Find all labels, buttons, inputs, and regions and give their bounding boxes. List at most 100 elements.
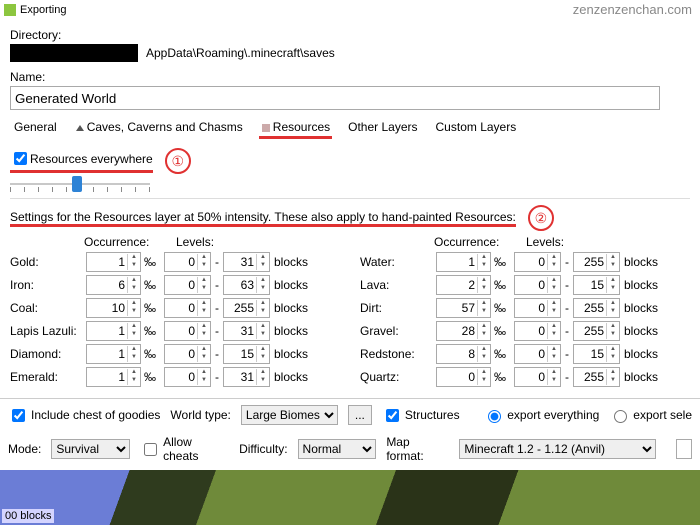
spinner-input[interactable]: [224, 369, 256, 385]
spinner-down[interactable]: ▼: [478, 262, 490, 270]
spinner-up[interactable]: ▲: [607, 277, 619, 285]
spinner-down[interactable]: ▼: [128, 331, 140, 339]
mode-select[interactable]: Survival: [51, 439, 130, 459]
spinner-down[interactable]: ▼: [198, 354, 210, 362]
intensity-slider[interactable]: [10, 176, 150, 192]
spinner-up[interactable]: ▲: [607, 254, 619, 262]
spinner-input[interactable]: [87, 254, 127, 270]
spinner[interactable]: ▲▼: [514, 275, 561, 295]
spinner-up[interactable]: ▲: [128, 323, 140, 331]
spinner-input[interactable]: [87, 369, 127, 385]
spinner-input[interactable]: [437, 323, 477, 339]
spinner-up[interactable]: ▲: [548, 277, 560, 285]
spinner-up[interactable]: ▲: [257, 323, 269, 331]
spinner-input[interactable]: [574, 254, 606, 270]
spinner[interactable]: ▲▼: [573, 298, 620, 318]
spinner-down[interactable]: ▼: [548, 354, 560, 362]
spinner-up[interactable]: ▲: [257, 277, 269, 285]
spinner-down[interactable]: ▼: [257, 285, 269, 293]
spinner-down[interactable]: ▼: [478, 308, 490, 316]
spinner-down[interactable]: ▼: [607, 354, 619, 362]
spinner-up[interactable]: ▲: [548, 346, 560, 354]
spinner[interactable]: ▲▼: [86, 321, 141, 341]
spinner[interactable]: ▲▼: [514, 321, 561, 341]
spinner-down[interactable]: ▼: [548, 308, 560, 316]
spinner-down[interactable]: ▼: [257, 331, 269, 339]
spinner-up[interactable]: ▲: [128, 300, 140, 308]
structures-checkbox[interactable]: [386, 409, 399, 422]
spinner-down[interactable]: ▼: [128, 262, 140, 270]
spinner-up[interactable]: ▲: [478, 254, 490, 262]
spinner[interactable]: ▲▼: [436, 275, 491, 295]
spinner-input[interactable]: [165, 323, 197, 339]
export-selection-radio[interactable]: [614, 410, 627, 423]
spinner[interactable]: ▲▼: [164, 252, 211, 272]
color-swatch[interactable]: [676, 439, 692, 459]
allow-cheats-checkbox[interactable]: [144, 443, 157, 456]
spinner-up[interactable]: ▲: [257, 300, 269, 308]
spinner-down[interactable]: ▼: [607, 377, 619, 385]
spinner[interactable]: ▲▼: [223, 298, 270, 318]
spinner-down[interactable]: ▼: [607, 308, 619, 316]
spinner-down[interactable]: ▼: [478, 377, 490, 385]
spinner-up[interactable]: ▲: [607, 323, 619, 331]
spinner-input[interactable]: [515, 254, 547, 270]
spinner-down[interactable]: ▼: [128, 285, 140, 293]
spinner-up[interactable]: ▲: [478, 323, 490, 331]
spinner[interactable]: ▲▼: [573, 321, 620, 341]
spinner[interactable]: ▲▼: [164, 321, 211, 341]
map-format-select[interactable]: Minecraft 1.2 - 1.12 (Anvil): [459, 439, 656, 459]
spinner[interactable]: ▲▼: [573, 275, 620, 295]
difficulty-select[interactable]: Normal: [298, 439, 377, 459]
spinner-up[interactable]: ▲: [607, 300, 619, 308]
spinner-down[interactable]: ▼: [478, 285, 490, 293]
spinner[interactable]: ▲▼: [436, 344, 491, 364]
spinner[interactable]: ▲▼: [514, 252, 561, 272]
spinner-down[interactable]: ▼: [548, 377, 560, 385]
spinner-up[interactable]: ▲: [478, 369, 490, 377]
spinner[interactable]: ▲▼: [86, 298, 141, 318]
spinner-input[interactable]: [574, 277, 606, 293]
world-type-more-button[interactable]: ...: [348, 405, 372, 425]
spinner[interactable]: ▲▼: [86, 367, 141, 387]
spinner-up[interactable]: ▲: [257, 254, 269, 262]
spinner-up[interactable]: ▲: [257, 369, 269, 377]
spinner-up[interactable]: ▲: [128, 346, 140, 354]
spinner[interactable]: ▲▼: [514, 367, 561, 387]
tab-caves[interactable]: Caves, Caverns and Chasms: [73, 118, 245, 139]
spinner-up[interactable]: ▲: [478, 277, 490, 285]
spinner[interactable]: ▲▼: [164, 367, 211, 387]
spinner-down[interactable]: ▼: [257, 377, 269, 385]
spinner-up[interactable]: ▲: [478, 300, 490, 308]
spinner-input[interactable]: [437, 346, 477, 362]
spinner-up[interactable]: ▲: [548, 254, 560, 262]
name-field[interactable]: [10, 86, 660, 110]
spinner-input[interactable]: [515, 346, 547, 362]
spinner[interactable]: ▲▼: [223, 344, 270, 364]
spinner-down[interactable]: ▼: [607, 262, 619, 270]
spinner[interactable]: ▲▼: [86, 344, 141, 364]
spinner-input[interactable]: [515, 300, 547, 316]
spinner-down[interactable]: ▼: [128, 354, 140, 362]
spinner-down[interactable]: ▼: [198, 262, 210, 270]
spinner-down[interactable]: ▼: [257, 262, 269, 270]
spinner-down[interactable]: ▼: [548, 262, 560, 270]
tab-other-layers[interactable]: Other Layers: [346, 118, 419, 139]
spinner[interactable]: ▲▼: [223, 321, 270, 341]
resources-everywhere-checkbox[interactable]: [14, 152, 27, 165]
spinner-input[interactable]: [574, 346, 606, 362]
spinner-input[interactable]: [437, 254, 477, 270]
spinner-input[interactable]: [437, 369, 477, 385]
spinner-up[interactable]: ▲: [128, 369, 140, 377]
chest-checkbox[interactable]: [12, 409, 25, 422]
spinner-up[interactable]: ▲: [548, 323, 560, 331]
spinner-input[interactable]: [574, 300, 606, 316]
spinner[interactable]: ▲▼: [436, 321, 491, 341]
spinner-input[interactable]: [224, 277, 256, 293]
spinner[interactable]: ▲▼: [436, 298, 491, 318]
spinner-input[interactable]: [574, 323, 606, 339]
spinner-up[interactable]: ▲: [478, 346, 490, 354]
spinner-up[interactable]: ▲: [198, 277, 210, 285]
spinner-down[interactable]: ▼: [128, 308, 140, 316]
spinner-up[interactable]: ▲: [607, 369, 619, 377]
